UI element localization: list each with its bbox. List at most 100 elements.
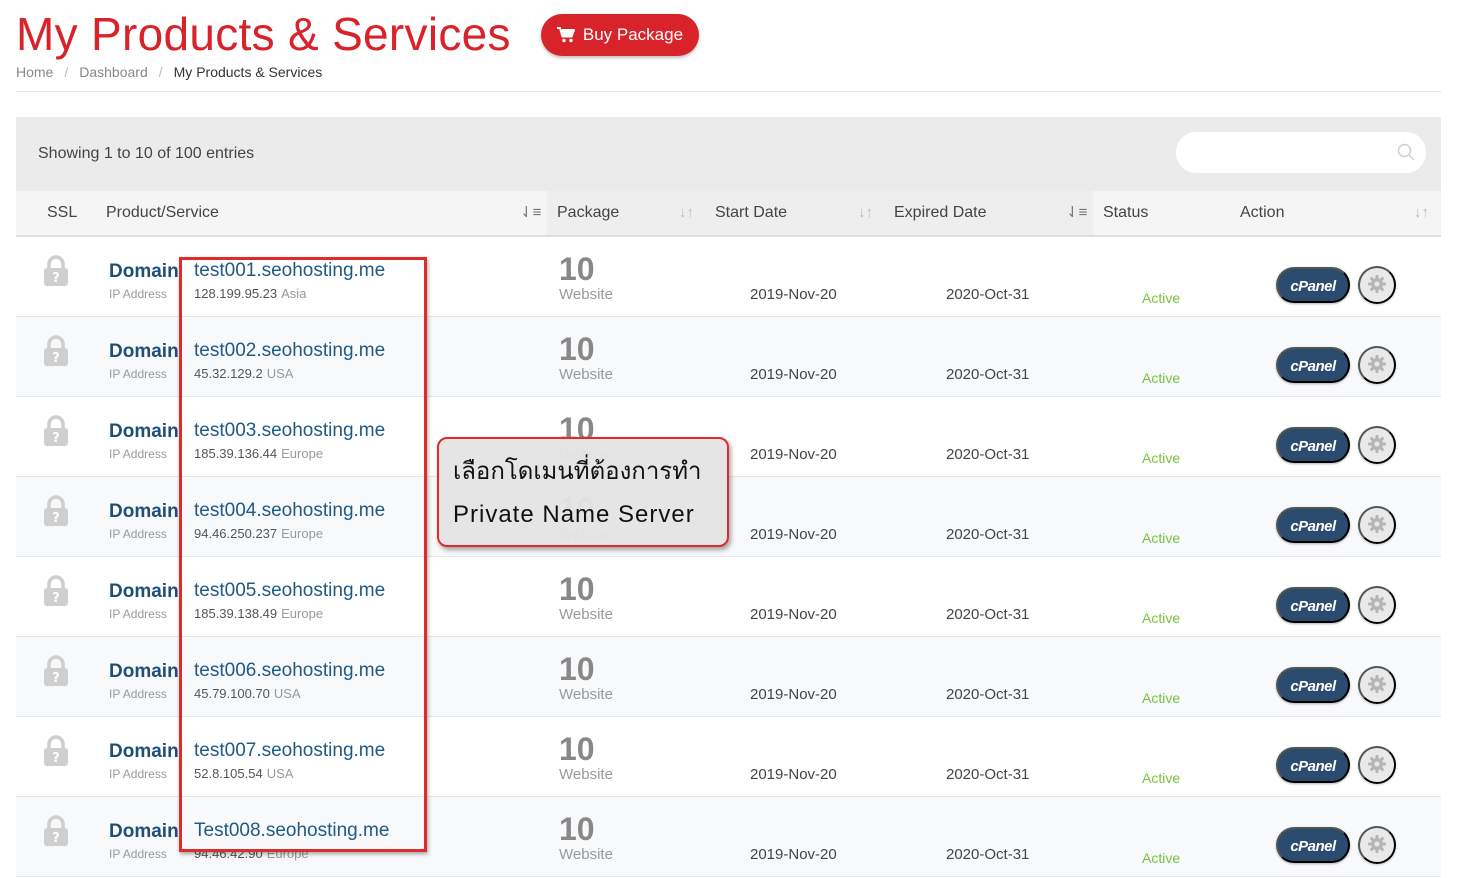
page-title: My Products & Services	[16, 8, 511, 60]
start-date: 2019-Nov-20	[750, 286, 837, 303]
lock-icon: ?	[43, 495, 69, 527]
lock-icon: ?	[43, 415, 69, 447]
cpanel-button[interactable]: cPanel	[1276, 347, 1350, 383]
search-input[interactable]	[1176, 132, 1426, 173]
domain-link[interactable]: test001.seohosting.me	[194, 260, 385, 282]
search-icon[interactable]	[1397, 143, 1415, 161]
buy-package-button[interactable]: Buy Package	[540, 14, 700, 56]
gear-icon	[1367, 354, 1387, 377]
svg-text:?: ?	[52, 671, 60, 686]
cpanel-button[interactable]: cPanel	[1276, 667, 1350, 703]
package-label: Website	[559, 686, 613, 703]
cpanel-button[interactable]: cPanel	[1276, 747, 1350, 783]
settings-button[interactable]	[1358, 666, 1396, 704]
svg-text:?: ?	[52, 351, 60, 366]
breadcrumb-separator: /	[64, 64, 69, 80]
gear-icon	[1367, 674, 1387, 697]
gear-icon	[1367, 834, 1387, 857]
ip-region: USA	[266, 766, 294, 781]
expired-date: 2020-Oct-31	[946, 766, 1030, 783]
status-badge: Active	[1142, 290, 1181, 306]
header-divider	[16, 91, 1441, 92]
domain-link[interactable]: test007.seohosting.me	[194, 740, 385, 762]
start-date: 2019-Nov-20	[750, 606, 837, 623]
breadcrumb-current: My Products & Services	[173, 64, 323, 80]
settings-button[interactable]	[1358, 826, 1396, 864]
settings-button[interactable]	[1358, 266, 1396, 304]
start-date: 2019-Nov-20	[750, 686, 837, 703]
package-count: 10	[559, 331, 595, 367]
sort-icon[interactable]: ↓↑	[858, 191, 873, 235]
lock-icon: ?	[43, 655, 69, 687]
ip-value: 94.46.250.237	[194, 526, 278, 541]
product-type: Domain	[109, 741, 179, 762]
page-header: My Products & Services Buy Package	[16, 4, 700, 64]
ip-value: 52.8.105.54	[194, 766, 263, 781]
cpanel-button[interactable]: cPanel	[1276, 507, 1350, 543]
sort-icon[interactable]: ⇃≡	[1066, 191, 1087, 235]
status-badge: Active	[1142, 850, 1181, 866]
product-type: Domain	[109, 341, 179, 362]
product-type: Domain	[109, 821, 179, 842]
sort-icon[interactable]: ↓↑	[1414, 191, 1429, 235]
buy-package-label: Buy Package	[582, 25, 684, 44]
lock-icon: ?	[43, 255, 69, 287]
expired-date: 2020-Oct-31	[946, 366, 1030, 383]
package-count: 10	[559, 571, 595, 607]
column-start-date[interactable]: Start Date	[715, 191, 787, 235]
svg-text:?: ?	[52, 511, 60, 526]
domain-link[interactable]: test006.seohosting.me	[194, 660, 385, 682]
ip-address: 94.46.250.237 Europe	[194, 526, 323, 541]
domain-link[interactable]: test003.seohosting.me	[194, 420, 385, 442]
package-label: Website	[559, 766, 613, 783]
cpanel-button[interactable]: cPanel	[1276, 587, 1350, 623]
cpanel-button[interactable]: cPanel	[1276, 267, 1350, 303]
column-product[interactable]: Product/Service	[106, 191, 219, 235]
ip-address: 52.8.105.54 USA	[194, 766, 293, 781]
settings-button[interactable]	[1358, 506, 1396, 544]
settings-button[interactable]	[1358, 746, 1396, 784]
svg-text:?: ?	[52, 591, 60, 606]
domain-link[interactable]: test002.seohosting.me	[194, 340, 385, 362]
start-date: 2019-Nov-20	[750, 446, 837, 463]
settings-button[interactable]	[1358, 426, 1396, 464]
table-row: ? Domain IP Address test002.seohosting.m…	[16, 317, 1441, 397]
gear-icon	[1367, 274, 1387, 297]
ip-address: 128.199.95.23 Asia	[194, 286, 306, 301]
column-package-label: Package	[557, 204, 620, 221]
breadcrumb-home[interactable]: Home	[16, 64, 53, 80]
ip-value: 94.46.42.90	[194, 846, 263, 861]
column-expired-date-label: Expired Date	[894, 204, 987, 221]
ip-value: 45.32.129.2	[194, 366, 263, 381]
status-badge: Active	[1142, 770, 1181, 786]
product-type: Domain	[109, 501, 179, 522]
ip-region: USA	[273, 686, 301, 701]
domain-link[interactable]: Test008.seohosting.me	[194, 820, 389, 842]
cpanel-button[interactable]: cPanel	[1276, 427, 1350, 463]
ip-region: Europe	[281, 446, 324, 461]
column-status[interactable]: Status	[1103, 191, 1148, 235]
domain-link[interactable]: test005.seohosting.me	[194, 580, 385, 602]
product-type: Domain	[109, 261, 179, 282]
ip-address: 94.46.42.90 Europe	[194, 846, 309, 861]
ip-address-label: IP Address	[109, 607, 167, 621]
column-action[interactable]: Action	[1240, 191, 1284, 235]
table-row: ? Domain IP Address test006.seohosting.m…	[16, 637, 1441, 717]
gear-icon	[1367, 434, 1387, 457]
package-label: Website	[559, 606, 613, 623]
column-expired-date[interactable]: Expired Date	[884, 191, 1093, 235]
settings-button[interactable]	[1358, 346, 1396, 384]
cpanel-button[interactable]: cPanel	[1276, 827, 1350, 863]
svg-text:?: ?	[52, 431, 60, 446]
column-ssl[interactable]: SSL	[47, 191, 77, 235]
ip-address-label: IP Address	[109, 367, 167, 381]
svg-text:?: ?	[52, 751, 60, 766]
sort-icon[interactable]: ↓↑	[679, 191, 694, 235]
settings-button[interactable]	[1358, 586, 1396, 624]
breadcrumb-dashboard[interactable]: Dashboard	[79, 64, 148, 80]
sort-icon[interactable]: ⇃≡	[520, 191, 541, 235]
gear-icon	[1367, 754, 1387, 777]
product-type: Domain	[109, 421, 179, 442]
start-date: 2019-Nov-20	[750, 766, 837, 783]
domain-link[interactable]: test004.seohosting.me	[194, 500, 385, 522]
